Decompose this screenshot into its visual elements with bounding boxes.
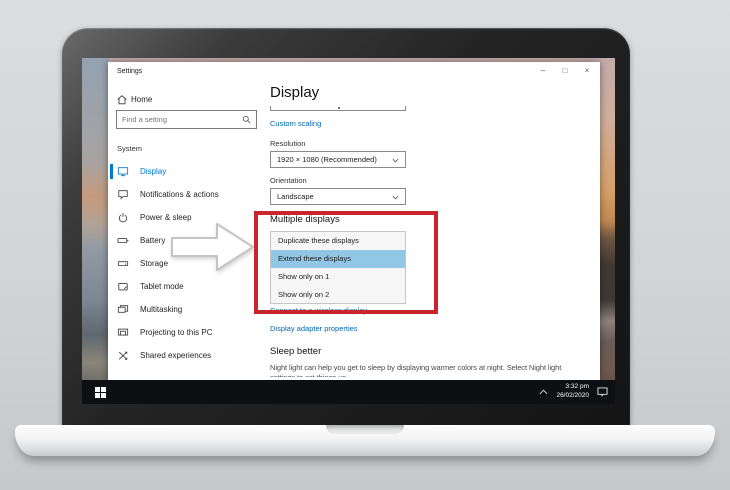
laptop-base: [15, 425, 715, 456]
sidebar-item-multitasking[interactable]: Multitasking: [108, 298, 268, 321]
option-extend-these-displays[interactable]: Extend these displays: [271, 250, 405, 268]
option-show-only-on-2[interactable]: Show only on 2: [271, 286, 405, 304]
action-center-icon[interactable]: [597, 387, 608, 397]
resolution-value: 1920 × 1080 (Recommended): [277, 155, 377, 164]
night-light-description-clipped: settings to set things up.: [270, 373, 348, 377]
night-light-description: Night light can help you get to sleep by…: [270, 363, 562, 372]
option-show-only-on-1[interactable]: Show only on 1: [271, 268, 405, 286]
multitasking-icon: [117, 304, 131, 315]
sidebar-item-display[interactable]: Display: [108, 160, 268, 183]
custom-scaling-link[interactable]: Custom scaling: [270, 119, 321, 128]
settings-main-panel: Display Custom scaling Resolution 1920 ×…: [270, 62, 600, 380]
search-input[interactable]: [117, 115, 242, 124]
chevron-up-icon[interactable]: [539, 389, 548, 395]
storage-icon: [117, 258, 131, 269]
search-box[interactable]: [116, 110, 257, 129]
notifications-icon: [117, 189, 131, 200]
resolution-dropdown[interactable]: 1920 × 1080 (Recommended): [270, 151, 406, 168]
taskbar-time: 3:32 pm: [565, 383, 590, 391]
option-duplicate-these-displays[interactable]: Duplicate these displays: [271, 232, 405, 250]
sidebar-item-tablet-mode[interactable]: Tablet mode: [108, 275, 268, 298]
search-icon: [242, 115, 251, 124]
shared-experiences-icon: [117, 350, 131, 361]
multiple-displays-heading: Multiple displays: [270, 214, 340, 225]
scene: Settings – □ × Home Find a setting Syste…: [0, 0, 730, 490]
sidebar-item-shared-experiences[interactable]: Shared experiences: [108, 344, 268, 367]
taskbar-clock[interactable]: 3:32 pm 26/02/2020: [556, 383, 589, 401]
selected-accent-bar: [110, 164, 113, 179]
taskbar-date: 26/02/2020: [556, 392, 589, 399]
chevron-down-icon: [392, 158, 399, 163]
laptop-screen: Settings – □ × Home Find a setting Syste…: [82, 58, 615, 404]
chevron-down-icon: [392, 195, 399, 200]
sidebar-item-home[interactable]: Home: [116, 90, 152, 108]
power-icon: [117, 212, 131, 223]
sidebar-home-label: Home: [131, 94, 153, 104]
windows-logo-icon[interactable]: [95, 386, 106, 398]
battery-icon: [117, 235, 131, 246]
laptop-base-notch: [326, 425, 404, 434]
page-title: Display: [270, 84, 320, 101]
taskbar: 3:32 pm 26/02/2020: [82, 380, 615, 404]
sidebar-section-label: System: [117, 144, 143, 153]
connect-wireless-display-link[interactable]: Connect to a wireless display: [270, 306, 367, 315]
scaling-dropdown-partial[interactable]: [270, 106, 406, 111]
resolution-label: Resolution: [270, 139, 306, 148]
display-adapter-properties-link[interactable]: Display adapter properties: [270, 324, 358, 333]
window-title: Settings: [117, 68, 143, 75]
laptop-frame: Settings – □ × Home Find a setting Syste…: [62, 28, 630, 425]
sidebar-item-projecting[interactable]: Projecting to this PC: [108, 321, 268, 344]
display-icon: [117, 166, 131, 177]
desktop-wallpaper-left: [82, 58, 109, 404]
tablet-icon: [117, 281, 131, 292]
orientation-label: Orientation: [270, 176, 307, 185]
callout-arrow: [171, 223, 254, 271]
multiple-displays-listbox: Duplicate these displays Extend these di…: [270, 231, 406, 304]
system-tray: 3:32 pm 26/02/2020: [539, 380, 608, 404]
orientation-dropdown[interactable]: Landscape: [270, 188, 406, 205]
sidebar-item-notifications[interactable]: Notifications & actions: [108, 183, 268, 206]
home-icon: [116, 94, 131, 105]
sleep-better-heading: Sleep better: [270, 346, 322, 357]
orientation-value: Landscape: [277, 192, 314, 201]
projecting-icon: [117, 327, 131, 338]
